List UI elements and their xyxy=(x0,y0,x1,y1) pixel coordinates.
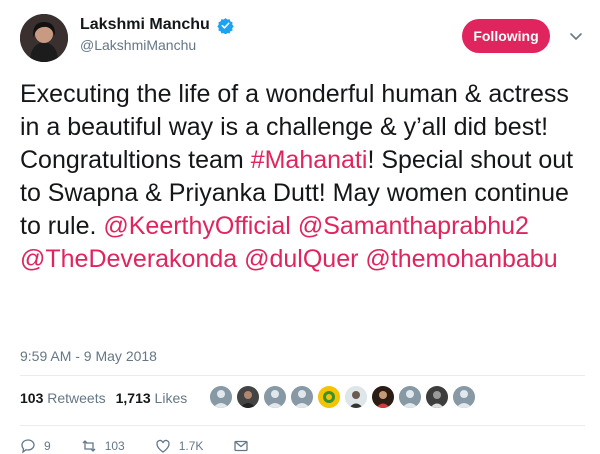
liker-avatar[interactable] xyxy=(453,386,475,408)
tweet-text: Executing the life of a wonderful human … xyxy=(20,78,585,276)
tweet-actions: 9 103 1.7K xyxy=(20,438,287,454)
envelope-icon xyxy=(234,440,249,452)
divider xyxy=(20,425,585,426)
tweet-text-space xyxy=(529,212,536,240)
retweet-icon xyxy=(82,440,96,452)
likes-count: 1,713 xyxy=(115,390,151,406)
like-action[interactable]: 1.7K xyxy=(155,438,204,454)
reply-icon xyxy=(21,439,35,454)
message-action[interactable] xyxy=(233,438,257,454)
verified-badge-icon xyxy=(217,17,234,34)
retweets-label: Retweets xyxy=(47,390,106,406)
tweet-stats: 103 Retweets 1,713 Likes xyxy=(20,390,197,406)
heart-icon xyxy=(156,439,170,453)
retweets-stat[interactable]: 103 Retweets xyxy=(20,390,106,406)
retweet-count: 103 xyxy=(104,439,125,453)
avatar[interactable] xyxy=(20,14,68,62)
mention-link[interactable]: @dulQuer xyxy=(244,245,358,273)
display-name[interactable]: Lakshmi Manchu xyxy=(80,16,210,34)
liker-avatar[interactable] xyxy=(372,386,394,408)
liker-avatar[interactable] xyxy=(210,386,232,408)
like-count: 1.7K xyxy=(178,439,204,453)
tweet-text-space xyxy=(291,212,298,240)
liker-avatar[interactable] xyxy=(426,386,448,408)
following-button[interactable]: Following xyxy=(462,19,550,53)
likes-stat[interactable]: 1,713 Likes xyxy=(116,390,188,406)
liker-avatar[interactable] xyxy=(399,386,421,408)
likes-label: Likes xyxy=(154,390,188,406)
retweet-action[interactable]: 103 xyxy=(81,438,125,454)
divider xyxy=(20,375,585,376)
mention-link[interactable]: @themohanbabu xyxy=(365,245,557,273)
mention-link[interactable]: @KeerthyOfficial xyxy=(103,212,291,240)
reply-action[interactable]: 9 xyxy=(20,438,51,454)
chevron-down-icon[interactable] xyxy=(568,28,584,44)
mention-link[interactable]: @TheDeverakonda xyxy=(20,245,237,273)
mention-link[interactable]: @Samanthaprabhu2 xyxy=(298,212,529,240)
user-handle[interactable]: @LakshmiManchu xyxy=(80,37,234,53)
liker-avatar[interactable] xyxy=(291,386,313,408)
reply-count: 9 xyxy=(44,439,51,453)
hashtag-link[interactable]: #Mahanati xyxy=(251,146,368,174)
retweets-count: 103 xyxy=(20,390,44,406)
user-info: Lakshmi Manchu @LakshmiManchu xyxy=(80,16,234,53)
liker-avatars xyxy=(210,386,480,408)
liker-avatar[interactable] xyxy=(345,386,367,408)
avatar-image xyxy=(20,14,68,62)
liker-avatar[interactable] xyxy=(264,386,286,408)
liker-avatar[interactable] xyxy=(237,386,259,408)
liker-avatar[interactable] xyxy=(318,386,340,408)
tweet-timestamp[interactable]: 9:59 AM - 9 May 2018 xyxy=(20,348,157,364)
